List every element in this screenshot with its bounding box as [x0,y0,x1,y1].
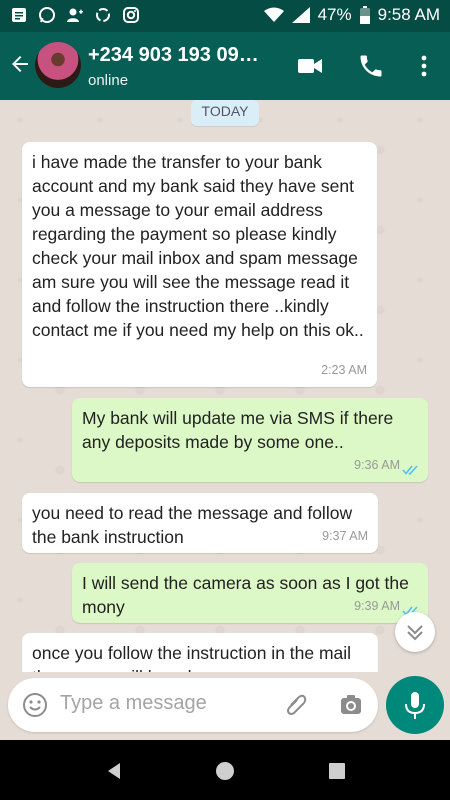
message-input[interactable]: Type a message [60,692,207,715]
message-time: 2:23 AM [321,363,367,377]
avatar[interactable] [35,42,81,88]
emoji-icon[interactable] [22,692,48,718]
message-time: 9:37 AM [322,529,368,543]
attach-icon[interactable] [283,692,309,718]
chat-header: +234 903 193 09… online [0,32,450,100]
message-time: 9:36 AM [354,458,400,472]
contact-status: online [88,72,129,89]
notes-icon [12,8,26,22]
scroll-to-bottom-button[interactable] [395,612,435,652]
back-arrow-icon[interactable] [8,52,32,76]
message-incoming[interactable]: once you follow the instruction in the m… [22,633,378,672]
video-call-icon[interactable] [296,52,324,80]
message-composer[interactable]: Type a message [8,678,378,732]
message-outgoing[interactable]: I will send the camera as soon as I got … [72,563,428,623]
conversation[interactable]: TODAY i have made the transfer to your b… [0,100,450,672]
sync-icon [96,8,110,22]
more-vert-icon[interactable] [410,52,438,80]
nav-home-icon[interactable] [214,760,236,782]
camera-icon[interactable] [338,692,364,718]
message-text: you need to read the message and follow … [32,503,353,547]
read-ticks-icon [402,465,418,476]
whatsapp-icon [39,7,55,23]
message-text: My bank will update me via SMS if there … [82,408,394,452]
system-nav-bar [0,740,450,800]
message-text: once you follow the instruction in the m… [32,643,352,672]
chevron-down-icon [407,625,423,641]
add-person-icon [67,8,83,22]
clock: 9:58 AM [377,5,440,24]
mic-button[interactable] [386,676,444,734]
message-incoming[interactable]: i have made the transfer to your bank ac… [22,142,377,387]
signal-icon [291,7,310,23]
message-text: i have made the transfer to your bank ac… [32,152,364,340]
battery-text: 47% [317,5,352,24]
wifi-icon [263,7,284,22]
instagram-icon [123,7,139,23]
message-incoming[interactable]: you need to read the message and follow … [22,493,378,553]
message-outgoing[interactable]: My bank will update me via SMS if there … [72,398,428,482]
phone-icon[interactable] [357,52,385,80]
status-bar: 47% 9:58 AM [0,0,450,32]
nav-recents-icon[interactable] [326,760,348,782]
nav-back-icon[interactable] [103,760,125,782]
contact-name[interactable]: +234 903 193 09… [88,44,259,67]
date-chip: TODAY [191,100,259,126]
battery-icon [359,6,370,24]
message-time: 9:39 AM [354,599,400,613]
mic-icon [405,692,425,719]
